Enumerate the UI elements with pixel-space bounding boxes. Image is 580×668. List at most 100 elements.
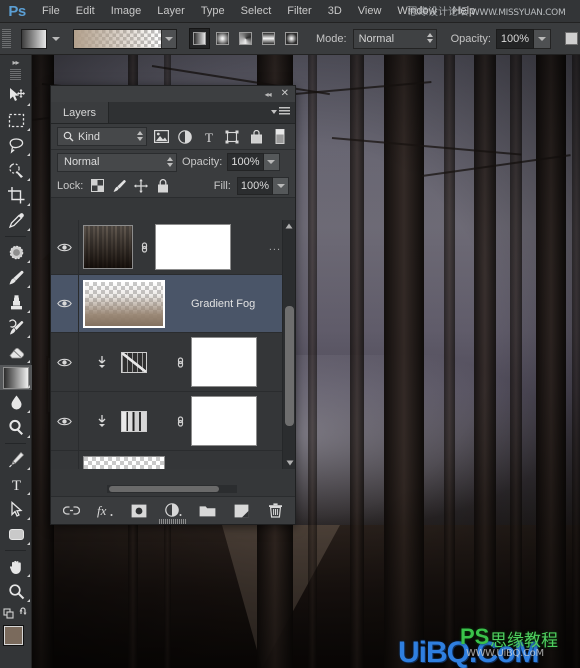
layer-mask-thumbnail[interactable] bbox=[191, 337, 257, 387]
layer-blend-mode-spinner-icon[interactable] bbox=[167, 156, 173, 167]
menu-type[interactable]: Type bbox=[193, 0, 233, 23]
type-filter-icon[interactable]: T bbox=[200, 127, 219, 146]
angle-gradient-button[interactable] bbox=[235, 28, 256, 49]
new-layer-button[interactable] bbox=[231, 501, 251, 521]
layer-list[interactable]: ... Gradient Fog bbox=[51, 220, 295, 469]
table-row[interactable]: ... bbox=[51, 220, 295, 275]
layer-overflow-dots[interactable]: ... bbox=[269, 241, 281, 253]
menu-filter[interactable]: Filter bbox=[279, 0, 319, 23]
menu-3d[interactable]: 3D bbox=[320, 0, 350, 23]
blend-mode-select[interactable]: Normal bbox=[352, 28, 437, 49]
layer-mask-link-icon[interactable] bbox=[169, 356, 191, 369]
spot-healing-brush-tool[interactable] bbox=[0, 240, 32, 265]
gradient-preset-chevron-down-icon[interactable] bbox=[161, 29, 176, 48]
crop-tool[interactable] bbox=[0, 183, 32, 208]
table-row[interactable] bbox=[51, 333, 295, 392]
curves-adjustment-icon[interactable] bbox=[121, 351, 147, 373]
lock-image-pixels-icon[interactable] bbox=[111, 178, 127, 194]
layer-visibility-toggle[interactable] bbox=[51, 275, 79, 332]
filter-kind-select[interactable]: Kind bbox=[57, 127, 148, 146]
menu-file[interactable]: File bbox=[34, 0, 68, 23]
layer-list-scrollbar[interactable] bbox=[282, 220, 295, 469]
layer-visibility-toggle[interactable] bbox=[51, 451, 79, 469]
scroll-down-icon[interactable] bbox=[283, 457, 296, 469]
layer-thumbnail[interactable] bbox=[83, 279, 165, 328]
table-row[interactable] bbox=[51, 392, 295, 451]
new-group-button[interactable] bbox=[197, 501, 217, 521]
radial-gradient-button[interactable] bbox=[212, 28, 233, 49]
move-tool[interactable] bbox=[0, 83, 32, 108]
brush-tool[interactable] bbox=[0, 265, 32, 290]
pen-tool[interactable] bbox=[0, 447, 32, 472]
blur-tool[interactable] bbox=[0, 390, 32, 415]
eraser-tool[interactable] bbox=[0, 340, 32, 365]
dodge-tool[interactable] bbox=[0, 415, 32, 440]
horizontal-type-tool[interactable]: T bbox=[0, 472, 32, 497]
options-bar-grip[interactable] bbox=[2, 28, 11, 49]
rectangle-tool[interactable] bbox=[0, 522, 32, 547]
levels-adjustment-icon[interactable] bbox=[121, 410, 147, 432]
layer-list-hscrollbar[interactable] bbox=[107, 485, 237, 493]
layer-mask-link-icon[interactable] bbox=[133, 241, 155, 254]
tab-layers[interactable]: Layers bbox=[51, 102, 110, 123]
panel-title-bar[interactable]: ◂◂ ✕ bbox=[51, 86, 295, 102]
layer-visibility-toggle[interactable] bbox=[51, 392, 79, 450]
layer-mask-thumbnail[interactable] bbox=[191, 396, 257, 446]
menu-layer[interactable]: Layer bbox=[149, 0, 193, 23]
table-row[interactable]: Gradient Fog bbox=[51, 275, 295, 333]
linear-gradient-button[interactable] bbox=[189, 28, 210, 49]
smart-object-filter-icon[interactable] bbox=[247, 127, 266, 146]
toolbar-grip[interactable] bbox=[10, 69, 21, 80]
layer-mask-thumbnail[interactable] bbox=[155, 224, 231, 270]
gradient-preset-picker[interactable] bbox=[73, 28, 177, 49]
eyedropper-tool[interactable] bbox=[0, 208, 32, 233]
history-brush-tool[interactable] bbox=[0, 315, 32, 340]
add-layer-style-button[interactable]: fx bbox=[95, 501, 115, 521]
layer-opacity-input[interactable]: 100% bbox=[227, 153, 264, 171]
menu-image[interactable]: Image bbox=[103, 0, 150, 23]
tool-preset-chevron-down-icon[interactable] bbox=[52, 36, 60, 41]
filter-toggle-icon[interactable] bbox=[270, 127, 289, 146]
menu-view[interactable]: View bbox=[350, 0, 390, 23]
tool-preset-picker[interactable] bbox=[21, 28, 47, 49]
link-layers-button[interactable] bbox=[61, 501, 81, 521]
scroll-up-icon[interactable] bbox=[283, 220, 295, 232]
add-layer-mask-button[interactable] bbox=[129, 501, 149, 521]
menu-select[interactable]: Select bbox=[233, 0, 280, 23]
close-icon[interactable]: ✕ bbox=[281, 89, 289, 99]
lock-all-icon[interactable] bbox=[155, 178, 171, 194]
lock-transparent-pixels-icon[interactable] bbox=[89, 178, 105, 194]
foreground-color-swatch[interactable] bbox=[3, 625, 24, 646]
hscrollbar-thumb[interactable] bbox=[109, 486, 219, 492]
layer-blend-mode-select[interactable]: Normal bbox=[57, 152, 177, 172]
layer-opacity-chevron-down-icon[interactable] bbox=[263, 153, 280, 171]
reflected-gradient-button[interactable] bbox=[258, 28, 279, 49]
shape-filter-icon[interactable] bbox=[223, 127, 242, 146]
path-selection-tool[interactable] bbox=[0, 497, 32, 522]
adjustment-filter-icon[interactable] bbox=[176, 127, 195, 146]
pixel-filter-icon[interactable] bbox=[152, 127, 171, 146]
gradient-tool[interactable] bbox=[0, 365, 32, 390]
quick-selection-tool[interactable] bbox=[0, 158, 32, 183]
hand-tool[interactable] bbox=[0, 554, 32, 579]
delete-layer-button[interactable] bbox=[265, 501, 285, 521]
blend-mode-spinner-icon[interactable] bbox=[426, 32, 433, 43]
lasso-tool[interactable] bbox=[0, 133, 32, 158]
layer-name-label[interactable]: Gradient Fog bbox=[191, 298, 255, 310]
panel-resize-grip[interactable] bbox=[159, 519, 187, 524]
lock-position-icon[interactable] bbox=[133, 178, 149, 194]
panel-menu-icon[interactable] bbox=[271, 107, 290, 116]
layer-visibility-toggle[interactable] bbox=[51, 333, 79, 391]
opacity-input[interactable]: 100% bbox=[495, 28, 534, 49]
rectangular-marquee-tool[interactable] bbox=[0, 108, 32, 133]
layer-mask-link-icon[interactable] bbox=[169, 415, 191, 428]
fill-chevron-down-icon[interactable] bbox=[273, 176, 289, 195]
menu-edit[interactable]: Edit bbox=[68, 0, 103, 23]
collapse-panel-icon[interactable]: ◂◂ bbox=[265, 90, 272, 99]
fill-input[interactable]: 100% bbox=[236, 176, 273, 195]
opacity-chevron-down-icon[interactable] bbox=[533, 28, 551, 49]
diamond-gradient-button[interactable] bbox=[281, 28, 302, 49]
toolbar-expand-icon[interactable]: ▸▸ bbox=[0, 55, 31, 69]
scrollbar-thumb[interactable] bbox=[285, 306, 294, 426]
gradient-preset-swatch[interactable] bbox=[74, 29, 161, 48]
